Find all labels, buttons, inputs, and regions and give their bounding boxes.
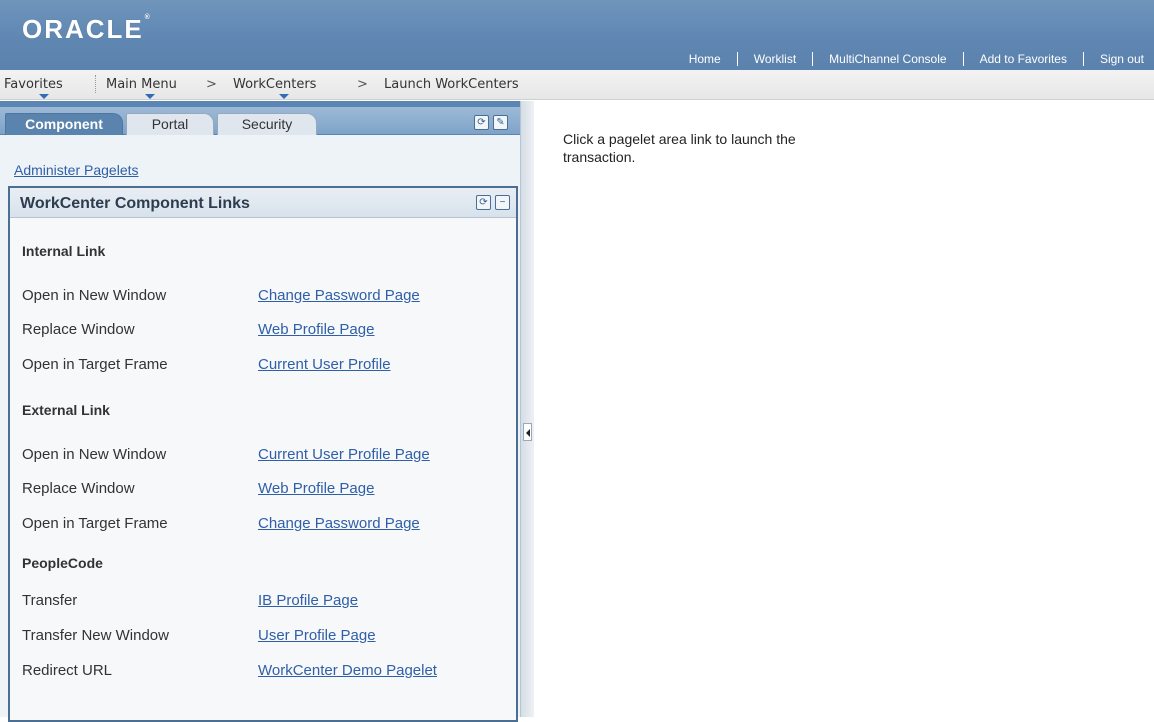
header-links: Home Worklist MultiChannel Console Add t… (689, 51, 1154, 67)
logo-text: ORACLE (22, 14, 144, 44)
multichannel-console-link[interactable]: MultiChannel Console (819, 51, 956, 67)
row-label: Open in Target Frame (22, 515, 168, 532)
section-title-peoplecode: PeopleCode (22, 555, 103, 571)
breadcrumb-separator: > (206, 77, 217, 92)
tab-portal-label: Portal (151, 116, 189, 132)
sidebar-collapse-bar[interactable] (520, 101, 534, 717)
row-label: Replace Window (22, 480, 135, 497)
row-label: Transfer New Window (22, 627, 169, 644)
menu-divider (95, 75, 96, 93)
header-separator (1082, 52, 1084, 66)
ib-profile-page-link[interactable]: IB Profile Page (258, 592, 358, 609)
header-separator (736, 52, 738, 66)
workcenter-component-links-pagelet: WorkCenter Component Links ⟳ − Internal … (8, 186, 518, 722)
change-password-page-link[interactable]: Change Password Page (258, 515, 420, 532)
tab-security[interactable]: Security (217, 113, 317, 135)
workcenters-dropdown-icon[interactable] (279, 94, 289, 99)
administer-pagelets-link[interactable]: Administer Pagelets (14, 162, 139, 178)
breadcrumb-workcenters[interactable]: WorkCenters (233, 77, 316, 92)
registered-mark: ® (144, 14, 150, 21)
breadcrumb-separator: > (357, 77, 368, 92)
workcenter-sidebar: Component Portal Security ⟳ ✎ Administer… (0, 101, 520, 722)
header-separator (962, 52, 964, 66)
instruction-message: Click a pagelet area link to launch the … (563, 131, 796, 165)
home-link[interactable]: Home (689, 51, 731, 67)
top-banner: ORACLE ® Home Worklist MultiChannel Cons… (0, 0, 1154, 70)
tab-component[interactable]: Component (5, 113, 123, 135)
tab-component-label: Component (25, 116, 103, 132)
collapse-handle[interactable] (523, 423, 532, 441)
sign-out-link[interactable]: Sign out (1090, 51, 1154, 67)
row-label: Replace Window (22, 321, 135, 338)
tab-security-label: Security (241, 116, 293, 132)
current-user-profile-page-link[interactable]: Current User Profile Page (258, 446, 430, 463)
tab-portal[interactable]: Portal (126, 113, 214, 135)
pagelet-refresh-icon[interactable]: ⟳ (476, 195, 491, 210)
refresh-icon[interactable]: ⟳ (474, 115, 489, 130)
workcenter-demo-pagelet-link[interactable]: WorkCenter Demo Pagelet (258, 662, 437, 679)
pagelet-title: WorkCenter Component Links (20, 195, 250, 212)
sidebar-tabs: Component Portal Security ⟳ ✎ (0, 107, 520, 135)
section-title-internal-link: Internal Link (22, 243, 106, 259)
edit-icon[interactable]: ✎ (493, 115, 508, 130)
main-menu-dropdown-icon[interactable] (145, 94, 155, 99)
section-title-external-link: External Link (22, 402, 110, 418)
pagelet-header: WorkCenter Component Links ⟳ − (10, 188, 516, 218)
web-profile-page-link[interactable]: Web Profile Page (258, 480, 374, 497)
user-profile-page-link[interactable]: User Profile Page (258, 627, 376, 644)
add-to-favorites-link[interactable]: Add to Favorites (970, 51, 1077, 67)
oracle-logo: ORACLE ® (22, 14, 150, 44)
breadcrumb-launch-workcenters: Launch WorkCenters (384, 77, 519, 92)
minimize-icon[interactable]: − (495, 195, 510, 210)
web-profile-page-link[interactable]: Web Profile Page (258, 321, 374, 338)
row-label: Redirect URL (22, 662, 113, 679)
collapse-left-icon (526, 429, 530, 437)
worklist-link[interactable]: Worklist (744, 51, 806, 67)
row-label: Open in Target Frame (22, 356, 168, 373)
main-menu[interactable]: Main Menu (106, 77, 177, 92)
change-password-page-link[interactable]: Change Password Page (258, 287, 420, 304)
favorites-dropdown-icon[interactable] (39, 94, 49, 99)
row-label: Open in New Window (22, 446, 167, 463)
row-label: Transfer (22, 592, 78, 609)
current-user-profile-link[interactable]: Current User Profile (258, 356, 391, 373)
favorites-menu[interactable]: Favorites (4, 77, 63, 92)
row-label: Open in New Window (22, 287, 167, 304)
breadcrumb-bar: Favorites Main Menu > WorkCenters > Laun… (0, 70, 1154, 100)
header-separator (812, 52, 814, 66)
